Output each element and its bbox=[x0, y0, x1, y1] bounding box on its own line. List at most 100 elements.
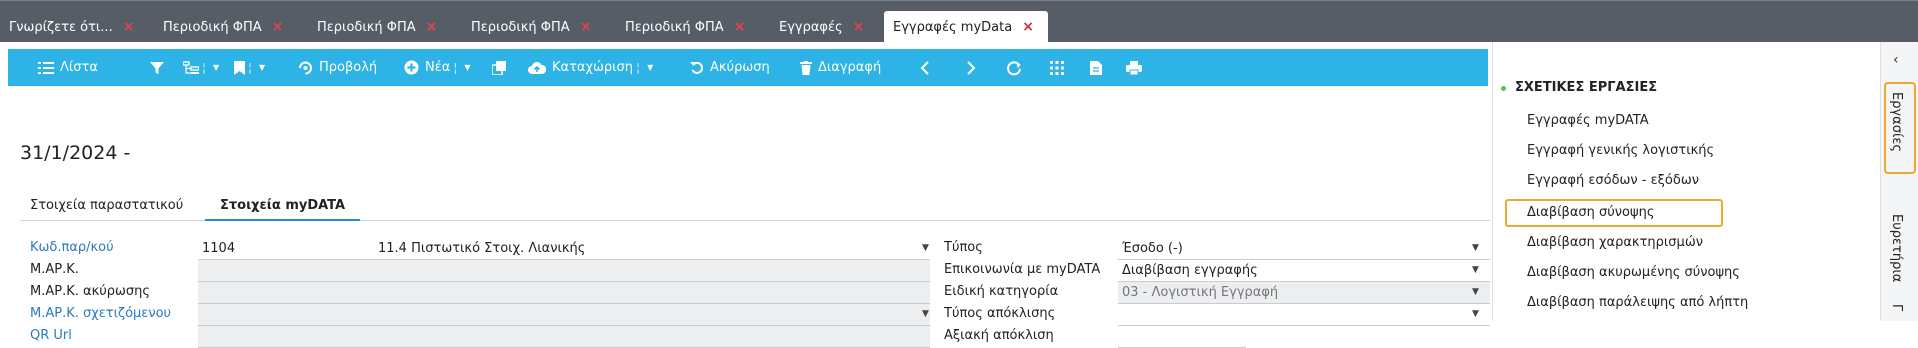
close-icon[interactable]: × bbox=[580, 19, 592, 35]
group-button[interactable]: ¦ ▼ bbox=[183, 49, 219, 86]
mark-field bbox=[198, 260, 930, 282]
separator: ¦ bbox=[636, 60, 641, 75]
delete-button[interactable]: Διαγραφή bbox=[800, 49, 881, 86]
chevron-left-icon bbox=[920, 60, 929, 75]
task-submit-cancelled-summary[interactable]: Διαβίβαση ακυρωμένης σύνοψης bbox=[1527, 265, 1740, 280]
new-button[interactable]: Νέα ¦ ▼ bbox=[404, 49, 471, 86]
chevron-down-icon[interactable]: ▼ bbox=[259, 63, 265, 72]
refresh-icon bbox=[1007, 60, 1021, 75]
tab-periodic-vat-2[interactable]: Περιοδική ΦΠΑ × bbox=[308, 11, 437, 43]
chevron-down-icon[interactable]: ▼ bbox=[1472, 309, 1479, 319]
grid-button[interactable] bbox=[1050, 49, 1064, 86]
task-submit-omission-by-recipient[interactable]: Διαβίβαση παράλειψης από λήπτη bbox=[1527, 295, 1748, 310]
document-code-field[interactable]: 1104 11.4 Πιστωτικό Στοιχ. Λιανικής bbox=[198, 238, 930, 260]
related-tasks-panel: ΣΧΕΤΙΚΕΣ ΕΡΓΑΣΙΕΣ Εγγραφές myDATA Εγγραφ… bbox=[1492, 42, 1880, 321]
mydata-communication-value: Διαβίβαση εγγραφής bbox=[1122, 263, 1258, 278]
refresh-button[interactable] bbox=[1006, 49, 1022, 86]
filter-button[interactable] bbox=[150, 49, 164, 86]
close-icon[interactable]: × bbox=[734, 19, 746, 35]
mark-related-field[interactable] bbox=[198, 304, 930, 326]
print-icon bbox=[1126, 60, 1142, 75]
copy-icon bbox=[492, 60, 506, 75]
tab-entries-mydata[interactable]: Εγγραφές myData × bbox=[884, 11, 1048, 43]
tab-periodic-vat-4[interactable]: Περιοδική ΦΠΑ × bbox=[616, 11, 745, 43]
special-category-select[interactable]: 03 - Λογιστική Εγγραφή bbox=[1118, 282, 1490, 304]
special-category-value: 03 - Λογιστική Εγγραφή bbox=[1122, 285, 1279, 300]
tab-document-details[interactable]: Στοιχεία παραστατικού bbox=[30, 198, 183, 213]
task-submit-classifications[interactable]: Διαβίβαση χαρακτηρισμών bbox=[1527, 235, 1703, 250]
code-label[interactable]: Κωδ.παρ/κού bbox=[30, 240, 114, 255]
rail-tab-partial[interactable]: Γ bbox=[1889, 304, 1904, 311]
mydata-communication-label: Επικοινωνία με myDATA bbox=[944, 262, 1101, 277]
previous-button[interactable] bbox=[920, 49, 930, 86]
mydata-communication-select[interactable]: Διαβίβαση εγγραφής bbox=[1118, 260, 1490, 282]
submit-label: Καταχώριση bbox=[552, 60, 634, 75]
mark-label: Μ.ΑΡ.Κ. bbox=[30, 262, 79, 277]
deviation-type-select[interactable] bbox=[1118, 304, 1490, 326]
tab-label: Περιοδική ΦΠΑ bbox=[317, 19, 416, 35]
type-label: Τύπος bbox=[944, 240, 983, 255]
chevron-down-icon[interactable]: ▼ bbox=[1472, 265, 1479, 275]
rail-tab-tasks[interactable]: Εργασίες bbox=[1889, 92, 1904, 152]
task-mydata-entries[interactable]: Εγγραφές myDATA bbox=[1527, 113, 1649, 128]
tab-tips[interactable]: Γνωρίζετε ότι... × bbox=[0, 11, 134, 43]
list-button[interactable]: Λίστα bbox=[38, 49, 98, 86]
chevron-down-icon[interactable]: ▼ bbox=[213, 63, 219, 72]
tab-periodic-vat-1[interactable]: Περιοδική ΦΠΑ × bbox=[154, 11, 283, 43]
cancel-label: Ακύρωση bbox=[710, 60, 770, 75]
related-tasks-title: ΣΧΕΤΙΚΕΣ ΕΡΓΑΣΙΕΣ bbox=[1515, 80, 1658, 95]
collapse-chevron-icon[interactable]: ‹ bbox=[1893, 52, 1899, 68]
filter-icon bbox=[150, 61, 164, 74]
task-income-expense-entry[interactable]: Εγγραφή εσόδων - εξόδων bbox=[1527, 173, 1699, 188]
side-rail: ‹ Εργασίες Ευρετήρια Γ bbox=[1880, 42, 1918, 321]
tab-mydata-details[interactable]: Στοιχεία myDATA bbox=[220, 198, 345, 213]
submit-button[interactable]: Καταχώριση ¦ ▼ bbox=[528, 49, 653, 86]
document-icon bbox=[1090, 60, 1102, 75]
chevron-down-icon[interactable]: ▼ bbox=[464, 63, 470, 72]
separator: ¦ bbox=[202, 60, 207, 75]
close-icon[interactable]: × bbox=[272, 19, 284, 35]
list-label: Λίστα bbox=[60, 60, 98, 75]
next-button[interactable] bbox=[966, 49, 976, 86]
view-button[interactable]: Προβολή bbox=[298, 49, 377, 86]
deviation-value-input[interactable] bbox=[1118, 326, 1246, 348]
bookmark-button[interactable]: ¦ ▼ bbox=[234, 49, 265, 86]
mark-cancel-label: Μ.ΑΡ.Κ. ακύρωσης bbox=[30, 284, 151, 299]
delete-label: Διαγραφή bbox=[818, 60, 882, 75]
mark-related-label[interactable]: Μ.ΑΡ.Κ. σχετιζόμενου bbox=[30, 306, 171, 321]
close-icon[interactable]: × bbox=[123, 19, 135, 35]
task-submit-summary[interactable]: Διαβίβαση σύνοψης bbox=[1527, 205, 1654, 220]
tab-periodic-vat-3[interactable]: Περιοδική ΦΠΑ × bbox=[462, 11, 591, 43]
cancel-button[interactable]: Ακύρωση bbox=[690, 49, 770, 86]
tab-label: Γνωρίζετε ότι... bbox=[9, 19, 113, 35]
close-icon[interactable]: × bbox=[853, 19, 865, 35]
deviation-type-label: Τύπος απόκλισης bbox=[944, 306, 1056, 321]
close-icon[interactable]: × bbox=[1022, 19, 1034, 35]
attachment-button[interactable] bbox=[1090, 49, 1102, 86]
bullet-icon bbox=[1501, 86, 1506, 91]
chevron-down-icon[interactable]: ▼ bbox=[647, 63, 653, 72]
tab-entries[interactable]: Εγγραφές × bbox=[770, 11, 864, 43]
task-general-ledger-entry[interactable]: Εγγραφή γενικής λογιστικής bbox=[1527, 143, 1714, 158]
type-select[interactable]: Έσοδο (-) bbox=[1118, 238, 1490, 260]
chevron-right-icon bbox=[967, 60, 976, 75]
chevron-down-icon[interactable]: ▼ bbox=[1472, 243, 1479, 253]
qr-url-label[interactable]: QR Url bbox=[30, 328, 72, 343]
bookmark-icon bbox=[234, 60, 245, 75]
close-icon[interactable]: × bbox=[426, 19, 438, 35]
document-code-value: 1104 bbox=[202, 241, 236, 256]
separator: ¦ bbox=[453, 60, 458, 75]
copy-button[interactable] bbox=[492, 49, 506, 86]
view-label: Προβολή bbox=[319, 60, 378, 75]
mark-cancel-field bbox=[198, 282, 930, 304]
print-button[interactable] bbox=[1126, 49, 1142, 86]
grid-icon bbox=[1050, 60, 1064, 75]
chevron-down-icon[interactable]: ▼ bbox=[922, 309, 929, 319]
tab-label: Εγγραφές myData bbox=[893, 19, 1013, 35]
rail-tab-indexes[interactable]: Ευρετήρια bbox=[1889, 214, 1904, 282]
chevron-down-icon[interactable]: ▼ bbox=[922, 243, 929, 253]
chevron-down-icon[interactable]: ▼ bbox=[1472, 287, 1479, 297]
tree-icon bbox=[183, 60, 199, 74]
action-toolbar: Λίστα ¦ ▼ ¦ ▼ Προβολή Νέα ¦ ▼ Καταχώριση… bbox=[8, 49, 1488, 86]
separator: ¦ bbox=[248, 60, 253, 75]
